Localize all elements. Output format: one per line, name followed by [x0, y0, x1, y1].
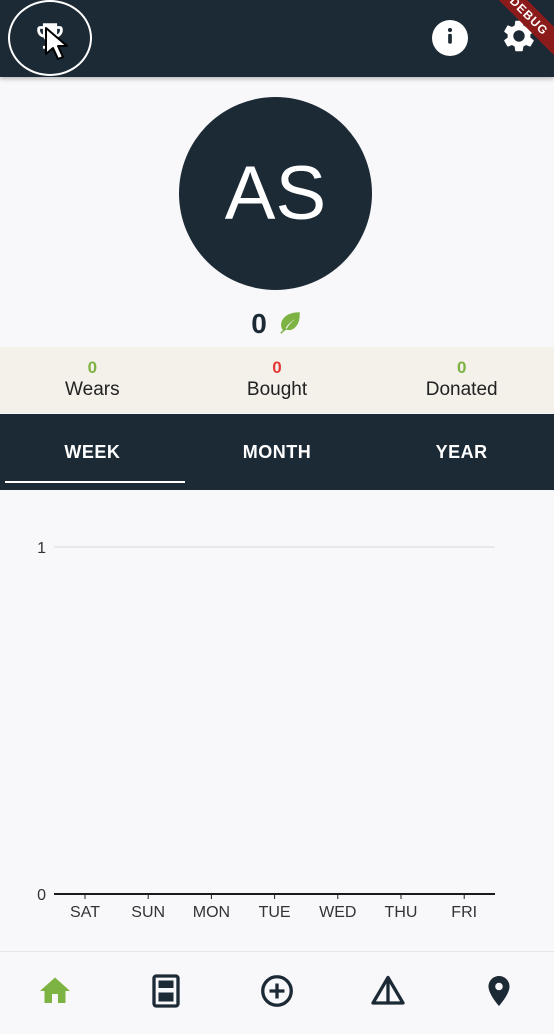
score-value: 0 [251, 308, 267, 339]
stat-wears: 0 Wears [0, 347, 185, 413]
eco-score: 0 [0, 306, 554, 342]
top-app-bar: DEBUG [0, 0, 554, 77]
period-tabs: WEEK MONTH YEAR [0, 414, 554, 490]
x-tick-label: MON [193, 904, 230, 921]
x-tick-label: TUE [259, 904, 291, 921]
tab-week[interactable]: WEEK [0, 414, 185, 490]
y-tick-label: 1 [37, 540, 46, 557]
nav-location[interactable] [443, 952, 554, 1034]
x-tick-label: SUN [131, 904, 165, 921]
stat-label: Wears [65, 379, 120, 400]
stats-bar: 0 Wears 0 Bought 0 Donated [0, 347, 554, 413]
x-tick-label: SAT [70, 904, 100, 921]
app-root: DEBUG AS 0 0 Wears 0 Bought 0 Donated WE… [0, 0, 554, 1034]
mouse-cursor-icon [44, 26, 72, 62]
nav-triangle[interactable] [332, 952, 443, 1034]
nav-wardrobe[interactable] [111, 952, 222, 1034]
x-tick-label: WED [319, 904, 356, 921]
leaf-icon [277, 309, 303, 340]
bottom-navigation [0, 951, 554, 1034]
stat-donated: 0 Donated [369, 347, 554, 413]
tab-month[interactable]: MONTH [185, 414, 370, 490]
stat-bought: 0 Bought [185, 347, 370, 413]
y-tick-label: 0 [37, 887, 46, 904]
home-icon [37, 973, 73, 1014]
triangle-icon [370, 973, 406, 1014]
weekly-chart: 0 1 SAT SUN MON TUE WED THU FRI [0, 491, 554, 951]
stat-value: 0 [87, 358, 98, 377]
info-icon [437, 23, 463, 54]
avatar[interactable]: AS [179, 97, 372, 290]
stat-value: 0 [272, 358, 282, 377]
nav-add[interactable] [222, 952, 333, 1034]
stat-label: Donated [425, 379, 498, 400]
location-pin-icon [481, 973, 517, 1014]
add-circle-icon [259, 973, 295, 1014]
x-tick-label: FRI [451, 904, 477, 921]
avatar-initials: AS [224, 151, 327, 236]
wardrobe-icon [148, 973, 184, 1014]
tab-indicator [5, 481, 185, 483]
x-tick-label: THU [385, 904, 418, 921]
stat-value: 0 [456, 358, 467, 377]
tab-year[interactable]: YEAR [369, 414, 554, 490]
stat-label: Bought [246, 379, 308, 400]
info-button[interactable] [432, 20, 468, 56]
nav-home[interactable] [0, 952, 111, 1034]
chart-svg: 0 1 SAT SUN MON TUE WED THU FRI [37, 540, 495, 921]
